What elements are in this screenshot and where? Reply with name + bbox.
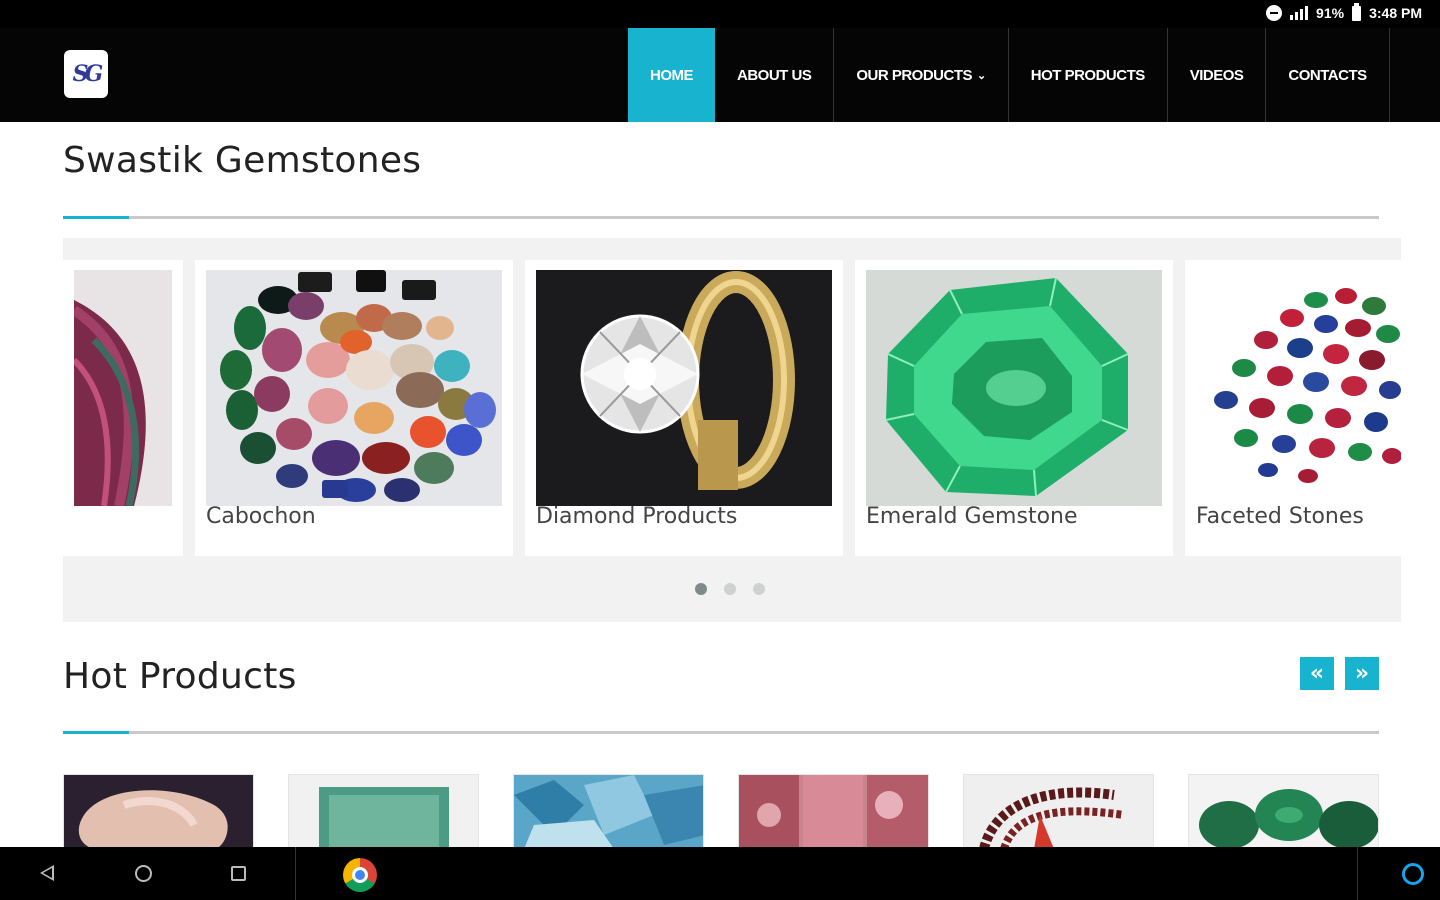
carousel-card-label: Emerald Gemstone bbox=[866, 504, 1078, 529]
carousel-dot-2[interactable] bbox=[724, 583, 736, 595]
hot-products-divider bbox=[63, 731, 1379, 734]
diamond-ring-image bbox=[536, 270, 832, 506]
hot-product-item[interactable] bbox=[963, 774, 1154, 848]
hot-product-item[interactable] bbox=[738, 774, 929, 848]
double-chevron-right-icon: » bbox=[1354, 661, 1370, 686]
nav-home[interactable]: HOME bbox=[628, 28, 715, 122]
hot-products-title: Hot Products bbox=[63, 656, 297, 697]
hot-products-prev-button[interactable]: « bbox=[1300, 657, 1334, 690]
page-title: Swastik Gemstones bbox=[63, 140, 422, 181]
battery-icon bbox=[1352, 2, 1362, 21]
home-icon[interactable] bbox=[135, 865, 152, 882]
main-nav: HOME ABOUT US OUR PRODUCTS ⌄ HOT PRODUCTS… bbox=[628, 28, 1390, 122]
back-icon[interactable] bbox=[40, 865, 54, 881]
carousel-pagination bbox=[695, 583, 765, 595]
assistant-icon[interactable] bbox=[1402, 863, 1424, 885]
carousel-card-label: Diamond Products bbox=[536, 504, 738, 529]
title-divider bbox=[63, 216, 1379, 219]
chrome-icon[interactable] bbox=[343, 858, 377, 892]
system-nav-bar bbox=[0, 847, 1440, 900]
faceted-stones-image bbox=[1196, 270, 1401, 506]
nav-divider bbox=[1357, 847, 1358, 900]
nav-videos[interactable]: VIDEOS bbox=[1168, 28, 1267, 122]
hot-product-item[interactable] bbox=[1188, 774, 1379, 848]
hot-product-item[interactable] bbox=[513, 774, 704, 848]
signal-icon bbox=[1290, 6, 1309, 20]
carousel-card-emerald-gemstone[interactable]: Emerald Gemstone bbox=[855, 260, 1173, 556]
clock: 3:48 PM bbox=[1369, 5, 1422, 21]
status-bar: 91% 3:48 PM bbox=[0, 0, 1440, 28]
carousel-card-diamond-products[interactable]: Diamond Products bbox=[525, 260, 843, 556]
title-divider-accent bbox=[63, 216, 129, 219]
chevron-down-icon: ⌄ bbox=[977, 69, 986, 82]
nav-our-products-label: OUR PRODUCTS bbox=[856, 66, 973, 84]
nav-home-label: HOME bbox=[650, 66, 694, 84]
carousel-dot-3[interactable] bbox=[753, 583, 765, 595]
nav-our-products[interactable]: OUR PRODUCTS ⌄ bbox=[834, 28, 1009, 122]
hot-product-item[interactable] bbox=[288, 774, 479, 848]
site-header: SG HOME ABOUT US OUR PRODUCTS ⌄ HOT PRODU… bbox=[0, 28, 1440, 122]
nav-divider bbox=[295, 847, 296, 900]
nav-contacts[interactable]: CONTACTS bbox=[1266, 28, 1390, 122]
nav-videos-label: VIDEOS bbox=[1189, 66, 1244, 84]
carousel-card-cabochon[interactable]: Cabochon bbox=[195, 260, 513, 556]
status-right: 91% 3:48 PM bbox=[1266, 2, 1422, 21]
hot-products-divider-accent bbox=[63, 731, 129, 734]
battery-percent: 91% bbox=[1316, 5, 1345, 21]
cabochon-image bbox=[206, 270, 502, 506]
site-logo[interactable]: SG bbox=[64, 50, 108, 98]
do-not-disturb-icon bbox=[1266, 5, 1283, 21]
carousel-card-label: Faceted Stones bbox=[1196, 504, 1364, 529]
logo-monogram: SG bbox=[72, 61, 104, 87]
double-chevron-left-icon: « bbox=[1309, 661, 1325, 686]
nav-about-us-label: ABOUT US bbox=[737, 66, 812, 84]
recent-apps-icon[interactable] bbox=[231, 866, 246, 881]
carousel-card-faceted-stones[interactable]: Faceted Stones bbox=[1185, 260, 1401, 556]
carousel-card-partial[interactable] bbox=[63, 260, 183, 556]
nav-about-us[interactable]: ABOUT US bbox=[715, 28, 835, 122]
emerald-image bbox=[866, 270, 1162, 506]
carousel-card-label: Cabochon bbox=[206, 504, 316, 529]
hot-product-item[interactable] bbox=[63, 774, 254, 848]
beads-image bbox=[74, 270, 172, 506]
carousel-dot-1[interactable] bbox=[695, 583, 707, 595]
nav-hot-products[interactable]: HOT PRODUCTS bbox=[1009, 28, 1168, 122]
hot-products-next-button[interactable]: » bbox=[1345, 657, 1379, 690]
nav-contacts-label: CONTACTS bbox=[1288, 66, 1367, 84]
nav-hot-products-label: HOT PRODUCTS bbox=[1030, 66, 1146, 84]
product-carousel: Cabochon Diamond Products Emerald Gemsto… bbox=[63, 238, 1401, 622]
